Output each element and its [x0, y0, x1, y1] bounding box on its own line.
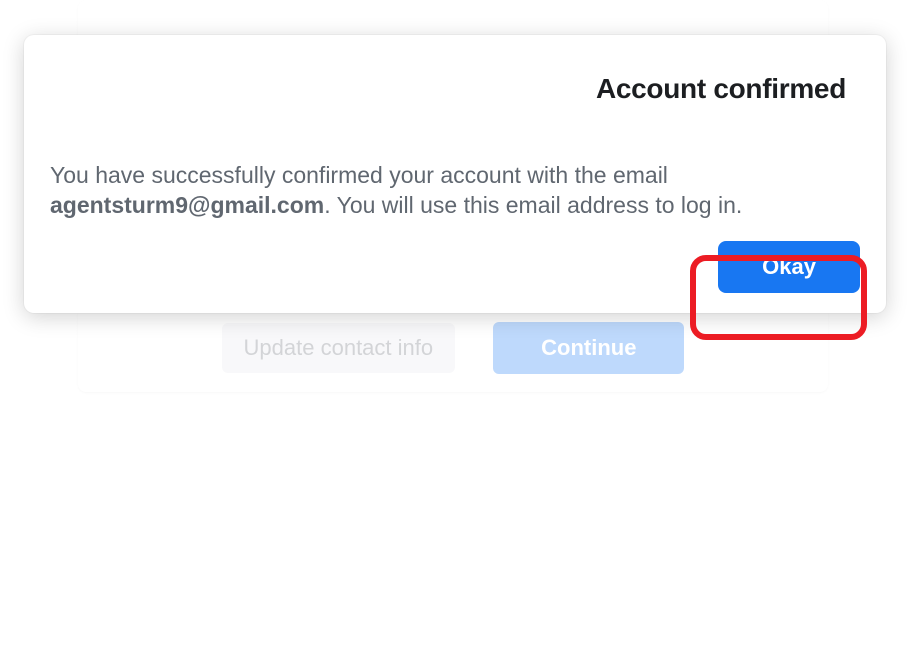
modal-body: You have successfully confirmed your acc…: [24, 105, 886, 221]
modal-title: Account confirmed: [64, 73, 846, 105]
modal-footer: Okay: [24, 221, 886, 313]
modal-message: You have successfully confirmed your acc…: [50, 161, 860, 221]
account-confirmed-modal: Account confirmed You have successfully …: [24, 35, 886, 313]
modal-message-suffix: . You will use this email address to log…: [324, 192, 742, 218]
okay-button[interactable]: Okay: [718, 241, 860, 293]
confirmed-email: agentsturm9@gmail.com: [50, 192, 324, 218]
modal-header: Account confirmed: [24, 35, 886, 105]
modal-message-prefix: You have successfully confirmed your acc…: [50, 162, 668, 188]
